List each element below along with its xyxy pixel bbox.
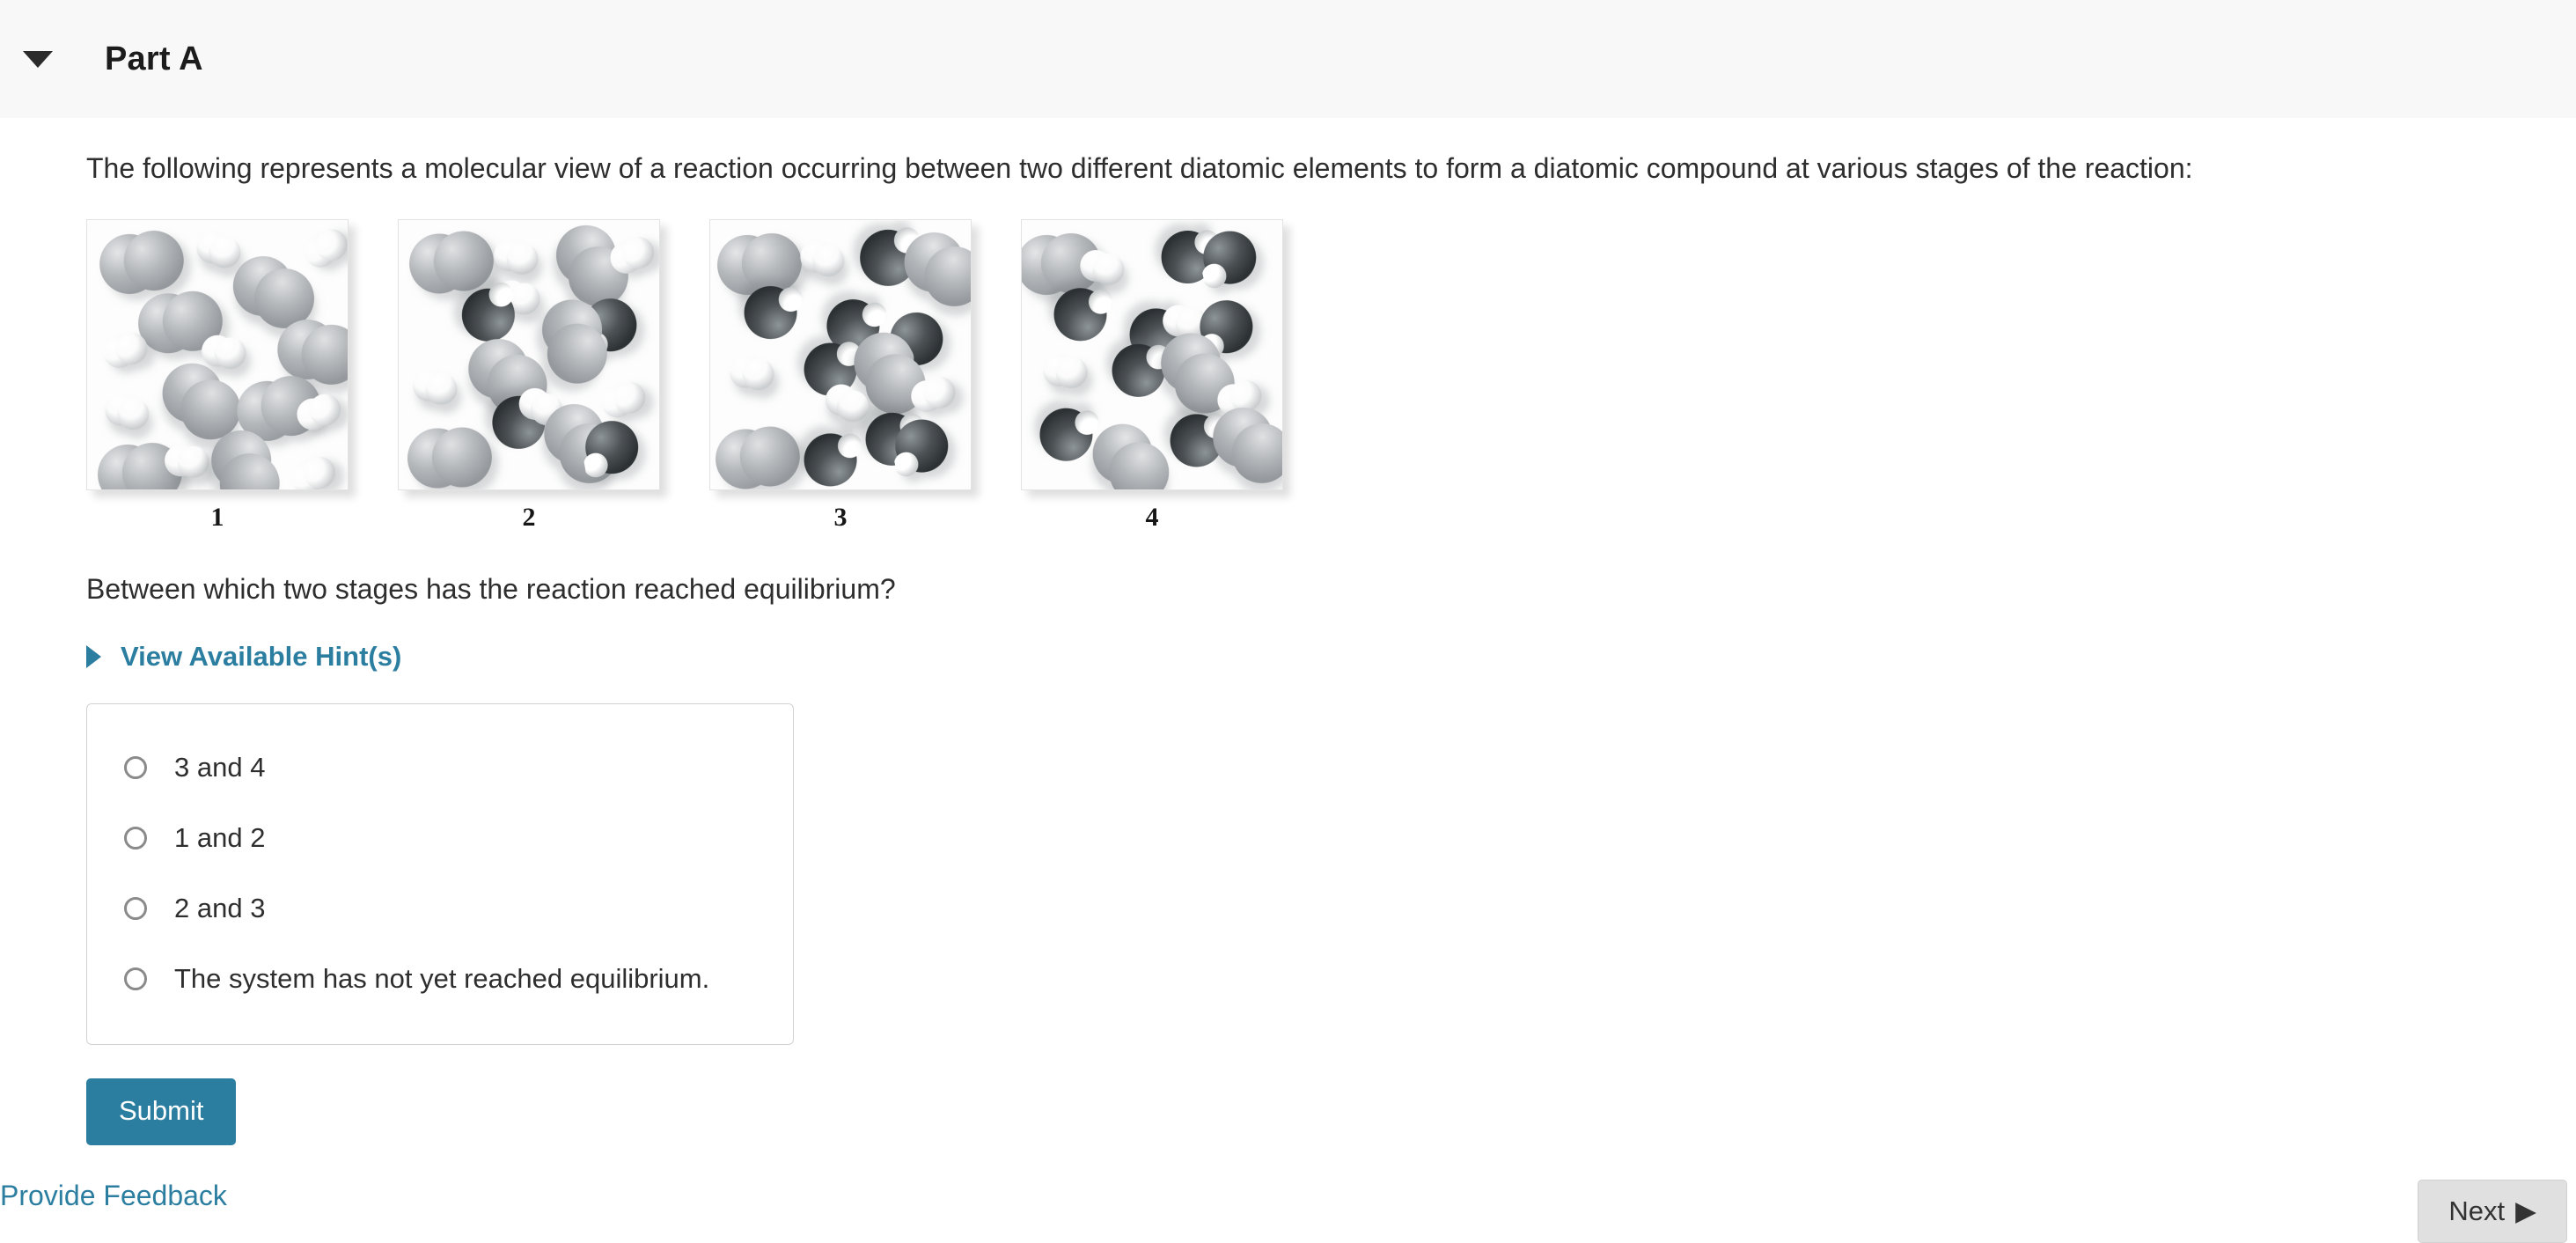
molecular-panel: 4 <box>1021 219 1283 533</box>
next-button[interactable]: Next ▶ <box>2418 1180 2567 1243</box>
provide-feedback-link[interactable]: Provide Feedback <box>0 1180 227 1212</box>
molecular-panel-box <box>709 219 972 491</box>
molecule-dark-compound <box>583 421 639 478</box>
arrow-right-icon: ▶ <box>2515 1195 2536 1226</box>
molecular-panel: 1 <box>86 219 349 533</box>
part-header: Part A <box>0 0 2576 118</box>
molecule-dark-compound <box>744 286 804 340</box>
prompt-text: The following represents a molecular vie… <box>86 152 2193 184</box>
answer-option-2[interactable]: 1 and 2 <box>87 803 793 873</box>
panel-caption: 2 <box>522 503 536 533</box>
view-hints-link[interactable]: View Available Hint(s) <box>0 606 401 673</box>
panel-caption: 1 <box>210 503 224 533</box>
panel-caption: 4 <box>1145 503 1159 533</box>
panel-caption: 3 <box>833 503 848 533</box>
molecule-white-diatomic <box>730 356 774 391</box>
triangle-right-icon <box>86 645 101 669</box>
molecular-panel: 2 <box>398 219 660 533</box>
answer-option-label: 2 and 3 <box>174 893 266 924</box>
answer-option-3[interactable]: 2 and 3 <box>87 873 793 944</box>
submit-button[interactable]: Submit <box>86 1078 237 1146</box>
radio-button-icon[interactable] <box>124 827 147 850</box>
answer-option-label: The system has not yet reached equilibri… <box>174 963 710 995</box>
next-button-label: Next <box>2448 1195 2506 1226</box>
view-hints-label: View Available Hint(s) <box>121 641 402 673</box>
radio-button-icon[interactable] <box>124 897 147 921</box>
molecular-panel-box <box>86 219 349 491</box>
answer-option-label: 1 and 2 <box>174 822 266 854</box>
molecular-panel-box <box>1021 219 1283 491</box>
page-title: Part A <box>105 40 203 77</box>
molecule-white-diatomic <box>291 457 336 490</box>
answer-option-4[interactable]: The system has not yet reached equilibri… <box>87 944 793 1014</box>
molecular-panel-box <box>398 219 660 491</box>
radio-button-icon[interactable] <box>124 967 147 991</box>
question-text: Between which two stages has the reactio… <box>86 573 896 606</box>
molecule-gray-diatomic <box>407 427 492 489</box>
answer-options-box: 3 and 4 1 and 2 2 and 3 The system has not … <box>86 703 794 1046</box>
molecule-white-diatomic <box>103 333 148 369</box>
radio-button-icon[interactable] <box>124 756 147 780</box>
question-content: The following represents a molecular vie… <box>0 118 2576 1146</box>
answer-option-label: 3 and 4 <box>174 752 266 783</box>
molecular-panel: 3 <box>709 219 972 533</box>
answer-option-1[interactable]: 3 and 4 <box>87 732 793 803</box>
collapse-triangle-down-icon[interactable] <box>23 50 53 68</box>
molecular-diagram-panels: 1 2 3 4 <box>0 188 2576 533</box>
